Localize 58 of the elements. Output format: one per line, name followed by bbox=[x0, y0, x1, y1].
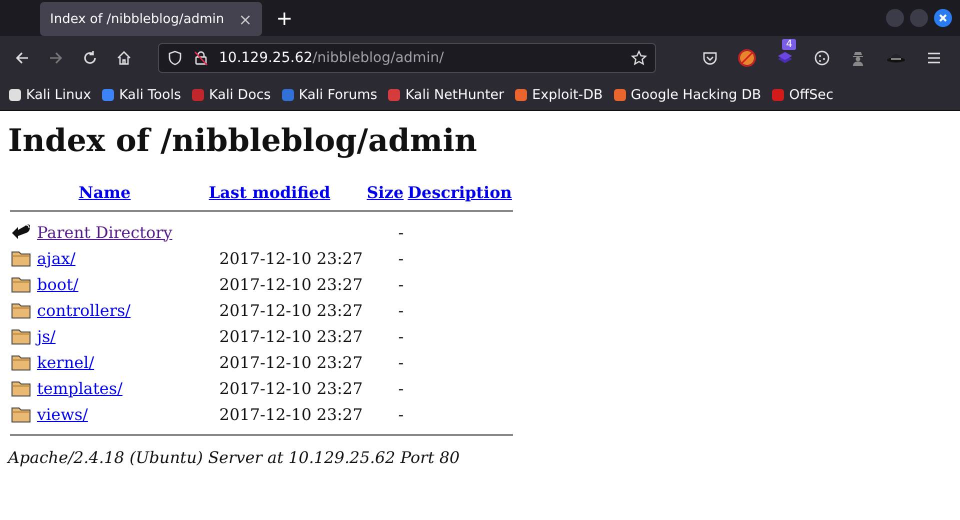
file-size: - bbox=[398, 300, 404, 320]
bookmark-link[interactable]: Kali Linux bbox=[8, 87, 92, 103]
new-tab-button[interactable]: + bbox=[276, 6, 293, 30]
pocket-icon[interactable] bbox=[702, 50, 718, 66]
modified-date: 2017-12-10 23:27 bbox=[219, 326, 363, 346]
file-size: - bbox=[398, 326, 404, 346]
column-sort-link[interactable]: Size bbox=[366, 183, 404, 202]
spy-figure-icon[interactable] bbox=[850, 50, 866, 66]
close-icon[interactable] bbox=[934, 9, 952, 27]
star-icon[interactable] bbox=[631, 50, 647, 66]
menu-icon[interactable] bbox=[926, 50, 942, 66]
file-size: - bbox=[398, 404, 404, 424]
forward-icon[interactable] bbox=[48, 50, 64, 66]
modified-date: 2017-12-10 23:27 bbox=[219, 404, 363, 424]
address-bar[interactable]: 10.129.25.62/nibbleblog/admin/ bbox=[158, 43, 656, 73]
blocked-extension-icon[interactable] bbox=[738, 49, 756, 67]
bookmark-link[interactable]: OffSec bbox=[771, 87, 834, 103]
tab-title: Index of /nibbleblog/admin bbox=[50, 12, 226, 26]
file-size: - bbox=[398, 378, 404, 398]
file-link[interactable]: js/ bbox=[37, 326, 56, 346]
url-text: 10.129.25.62/nibbleblog/admin/ bbox=[219, 50, 444, 66]
modified-date: 2017-12-10 23:27 bbox=[219, 352, 363, 372]
home-icon[interactable] bbox=[116, 50, 132, 66]
file-link[interactable]: views/ bbox=[37, 404, 88, 424]
file-link[interactable]: controllers/ bbox=[37, 300, 131, 320]
file-link[interactable]: Parent Directory bbox=[37, 222, 172, 242]
file-link[interactable]: boot/ bbox=[37, 274, 78, 294]
modified-date: 2017-12-10 23:27 bbox=[219, 378, 363, 398]
column-sort-link[interactable]: Name bbox=[78, 183, 131, 202]
insecure-lock-icon[interactable] bbox=[193, 50, 209, 66]
bookmark-link[interactable]: Google Hacking DB bbox=[612, 87, 762, 103]
close-tab-button[interactable]: × bbox=[238, 10, 252, 28]
bookmark-link[interactable]: Kali Docs bbox=[191, 87, 271, 103]
page-heading: Index of /nibbleblog/admin bbox=[8, 122, 478, 161]
column-sort-link[interactable]: Last modified bbox=[208, 183, 330, 202]
extension-count-badge: 4 bbox=[782, 39, 796, 50]
column-sort-link[interactable]: Description bbox=[408, 183, 512, 202]
modified-date: 2017-12-10 23:27 bbox=[219, 248, 363, 268]
reload-icon[interactable] bbox=[82, 50, 98, 66]
file-size: - bbox=[398, 248, 404, 268]
modified-date: 2017-12-10 23:27 bbox=[219, 300, 363, 320]
file-link[interactable]: ajax/ bbox=[37, 248, 76, 268]
back-icon[interactable] bbox=[14, 50, 30, 66]
bookmark-link[interactable]: Kali Forums bbox=[280, 87, 378, 103]
server-signature: Apache/2.4.18 (Ubuntu) Server at 10.129.25.62 Port 80 bbox=[8, 448, 461, 467]
browser-tab[interactable]: Index of /nibbleblog/admin × bbox=[40, 2, 262, 36]
file-size: - bbox=[398, 222, 404, 242]
bookmark-link[interactable]: Exploit-DB bbox=[514, 87, 603, 103]
file-link[interactable]: kernel/ bbox=[37, 352, 94, 372]
bookmark-link[interactable]: Kali Tools bbox=[101, 87, 181, 103]
file-size: - bbox=[398, 352, 404, 372]
file-link[interactable]: templates/ bbox=[37, 378, 122, 398]
modified-date: 2017-12-10 23:27 bbox=[219, 274, 363, 294]
hat-icon[interactable] bbox=[886, 52, 906, 64]
cookie-icon[interactable] bbox=[814, 50, 830, 66]
file-size: - bbox=[398, 274, 404, 294]
shield-icon[interactable] bbox=[167, 50, 183, 66]
bookmark-link[interactable]: Kali NetHunter bbox=[387, 87, 504, 103]
